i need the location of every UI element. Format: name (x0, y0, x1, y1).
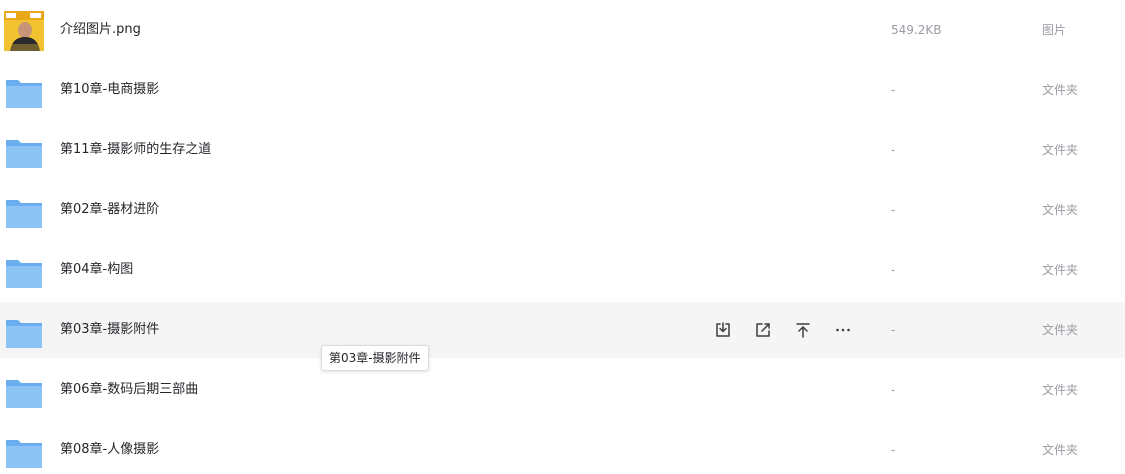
file-size: - (891, 203, 896, 217)
file-name[interactable]: 第10章-电商摄影 (60, 62, 159, 118)
file-name[interactable]: 第02章-器材进阶 (60, 182, 159, 238)
file-size: - (891, 83, 896, 97)
folder-icon[interactable] (4, 371, 44, 411)
file-type: 图片 (1042, 23, 1067, 37)
row-actions (712, 319, 854, 341)
download-icon (716, 322, 730, 337)
file-name[interactable]: 第06章-数码后期三部曲 (60, 362, 198, 418)
file-name[interactable]: 第04章-构图 (60, 242, 133, 298)
move-to-top-button[interactable] (792, 319, 814, 341)
file-name[interactable]: 介绍图片.png (60, 2, 141, 58)
file-row[interactable]: 第11章-摄影师的生存之道 - 文件夹 (0, 122, 1125, 178)
file-size: - (891, 323, 896, 337)
share-icon (756, 323, 770, 337)
folder-icon[interactable] (4, 431, 44, 471)
share-button[interactable] (752, 319, 774, 341)
file-type: 文件夹 (1042, 383, 1079, 397)
more-button[interactable] (832, 319, 854, 341)
file-row[interactable]: 第08章-人像摄影 - 文件夹 (0, 422, 1125, 474)
folder-icon[interactable] (4, 251, 44, 291)
file-type: 文件夹 (1042, 143, 1079, 157)
file-list: 介绍图片.png 549.2KB 图片 第10章-电商摄影 - 文件夹 第11章… (0, 0, 1125, 474)
file-row[interactable]: 第10章-电商摄影 - 文件夹 (0, 62, 1125, 118)
file-type: 文件夹 (1042, 83, 1079, 97)
file-type: 文件夹 (1042, 263, 1079, 277)
folder-icon[interactable] (4, 311, 44, 351)
file-name[interactable]: 第11章-摄影师的生存之道 (60, 122, 211, 178)
image-thumbnail-icon[interactable] (4, 11, 44, 51)
file-row-hovered[interactable]: 第03章-摄影附件 - 文件夹 (0, 302, 1125, 358)
file-row[interactable]: 第04章-构图 - 文件夹 (0, 242, 1125, 298)
file-size: - (891, 443, 896, 457)
move-to-top-icon (796, 323, 810, 338)
folder-icon[interactable] (4, 71, 44, 111)
file-row[interactable]: 第02章-器材进阶 - 文件夹 (0, 182, 1125, 238)
file-row[interactable]: 第06章-数码后期三部曲 - 文件夹 (0, 362, 1125, 418)
folder-icon[interactable] (4, 131, 44, 171)
file-name[interactable]: 第03章-摄影附件 (60, 302, 159, 358)
file-row[interactable]: 介绍图片.png 549.2KB 图片 (0, 2, 1125, 58)
folder-icon[interactable] (4, 191, 44, 231)
file-name-tooltip: 第03章-摄影附件 (321, 345, 429, 371)
file-name[interactable]: 第08章-人像摄影 (60, 422, 159, 474)
file-type: 文件夹 (1042, 323, 1079, 337)
download-button[interactable] (712, 319, 734, 341)
file-type: 文件夹 (1042, 443, 1079, 457)
more-icon (836, 328, 850, 332)
file-size: 549.2KB (891, 23, 942, 37)
file-size: - (891, 143, 896, 157)
file-type: 文件夹 (1042, 203, 1079, 217)
file-size: - (891, 383, 896, 397)
file-size: - (891, 263, 896, 277)
